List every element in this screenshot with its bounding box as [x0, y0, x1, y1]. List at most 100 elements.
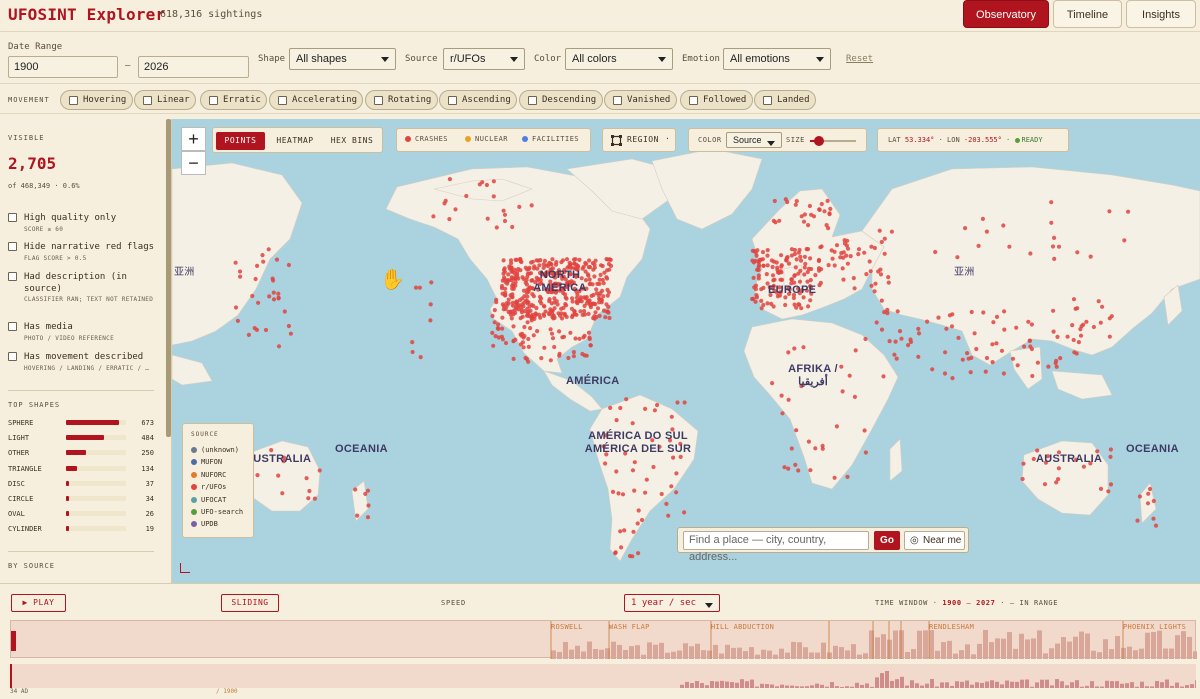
sighting-point[interactable] — [1028, 344, 1033, 349]
sighting-point[interactable] — [566, 355, 571, 361]
sighting-point[interactable] — [1107, 316, 1112, 321]
sighting-point[interactable] — [786, 350, 791, 355]
sighting-point[interactable] — [759, 287, 764, 292]
sighting-point[interactable] — [756, 276, 762, 281]
timeline-start-handle[interactable] — [11, 631, 16, 651]
sighting-point[interactable] — [571, 354, 576, 359]
sighting-point[interactable] — [771, 278, 776, 283]
sighting-point[interactable] — [552, 296, 557, 301]
sighting-point[interactable] — [798, 254, 803, 259]
sighting-point[interactable] — [561, 334, 567, 339]
sighting-point[interactable] — [552, 300, 557, 305]
sighting-point[interactable] — [568, 330, 573, 335]
sighting-point[interactable] — [980, 216, 986, 221]
sighting-point[interactable] — [366, 503, 371, 508]
sighting-point[interactable] — [1029, 322, 1034, 327]
toggle-red-flags-checkbox[interactable] — [8, 242, 17, 251]
sighting-point[interactable] — [793, 265, 798, 270]
sighting-point[interactable] — [556, 311, 561, 316]
sighting-point[interactable] — [477, 182, 482, 187]
sighting-point[interactable] — [511, 324, 516, 329]
sighting-point[interactable] — [1145, 501, 1151, 506]
sighting-point[interactable] — [607, 315, 612, 321]
sighting-point[interactable] — [969, 309, 974, 315]
sighting-point[interactable] — [1071, 297, 1077, 302]
sighting-point[interactable] — [1147, 486, 1153, 492]
sighting-point[interactable] — [827, 212, 832, 217]
sighting-point[interactable] — [782, 465, 787, 470]
sighting-point[interactable] — [506, 297, 511, 302]
chip-descending[interactable]: Descending — [519, 90, 603, 110]
sighting-point[interactable] — [547, 299, 552, 304]
sighting-point[interactable] — [783, 302, 788, 308]
sighting-point[interactable] — [233, 260, 238, 265]
sighting-point[interactable] — [845, 474, 850, 479]
sighting-point[interactable] — [604, 309, 609, 314]
sighting-point[interactable] — [780, 411, 785, 416]
sighting-point[interactable] — [886, 280, 891, 285]
sighting-point[interactable] — [636, 508, 641, 513]
sighting-point[interactable] — [599, 300, 604, 305]
sighting-point[interactable] — [464, 193, 469, 199]
sighting-point[interactable] — [600, 288, 605, 293]
sighting-point[interactable] — [808, 468, 813, 473]
sighting-point[interactable] — [538, 315, 543, 320]
sighting-point[interactable] — [848, 254, 853, 259]
sighting-point[interactable] — [365, 515, 371, 520]
sighting-point[interactable] — [682, 400, 687, 405]
sighting-point[interactable] — [493, 334, 498, 339]
sighting-point[interactable] — [777, 218, 782, 223]
sighting-point[interactable] — [537, 263, 542, 268]
sighting-point[interactable] — [506, 309, 511, 315]
sighting-point[interactable] — [570, 313, 575, 318]
sighting-point[interactable] — [666, 513, 671, 518]
sighting-point[interactable] — [1088, 254, 1093, 259]
sighting-point[interactable] — [418, 355, 423, 360]
sighting-point[interactable] — [899, 336, 904, 341]
sighting-point[interactable] — [1021, 461, 1026, 466]
chip-linear[interactable]: Linear — [134, 90, 196, 110]
sighting-point[interactable] — [1075, 306, 1080, 311]
sighting-point[interactable] — [893, 339, 898, 344]
sighting-point[interactable] — [1081, 322, 1086, 327]
sighting-point[interactable] — [518, 268, 523, 273]
sighting-point[interactable] — [1010, 356, 1016, 361]
chip-accelerating[interactable]: Accelerating — [269, 90, 364, 110]
sighting-point[interactable] — [779, 264, 784, 269]
sighting-point[interactable] — [770, 381, 775, 386]
mode-heatmap-button[interactable]: HEATMAP — [269, 132, 321, 150]
sighting-point[interactable] — [503, 286, 508, 291]
sighting-point[interactable] — [852, 286, 857, 291]
sighting-point[interactable] — [517, 298, 522, 303]
chip-followed[interactable]: Followed — [680, 90, 753, 110]
sighting-point[interactable] — [1001, 223, 1006, 228]
sighting-point[interactable] — [608, 257, 613, 262]
sighting-point[interactable] — [1035, 448, 1040, 453]
chip-landed[interactable]: Landed — [754, 90, 816, 110]
source-legend-item[interactable]: UFO-search — [191, 508, 243, 516]
sighting-point[interactable] — [994, 314, 1000, 319]
emotion-select[interactable]: All emotions — [723, 48, 831, 70]
sighting-point[interactable] — [431, 214, 436, 219]
sighting-point[interactable] — [1056, 244, 1062, 249]
toggle-media-checkbox[interactable] — [8, 322, 17, 331]
sighting-point[interactable] — [845, 238, 850, 243]
sighting-point[interactable] — [584, 301, 589, 306]
sighting-point[interactable] — [539, 356, 544, 361]
sighting-point[interactable] — [908, 337, 913, 342]
shape-bar-row[interactable]: LIGHT 484 — [8, 432, 158, 444]
sighting-point[interactable] — [990, 360, 995, 365]
sighting-point[interactable] — [502, 277, 507, 282]
sighting-point[interactable] — [515, 272, 520, 277]
sighting-point[interactable] — [754, 293, 759, 298]
sighting-point[interactable] — [552, 306, 557, 311]
sighting-point[interactable] — [933, 249, 938, 255]
sighting-point[interactable] — [965, 351, 970, 356]
sighting-point[interactable] — [502, 212, 508, 217]
sighting-point[interactable] — [999, 348, 1005, 353]
sighting-point[interactable] — [1051, 329, 1056, 334]
layer-nuclear-toggle[interactable]: NUCLEAR — [465, 135, 508, 143]
sighting-point[interactable] — [759, 306, 764, 311]
sighting-point[interactable] — [616, 491, 621, 496]
sighting-point[interactable] — [655, 402, 660, 408]
